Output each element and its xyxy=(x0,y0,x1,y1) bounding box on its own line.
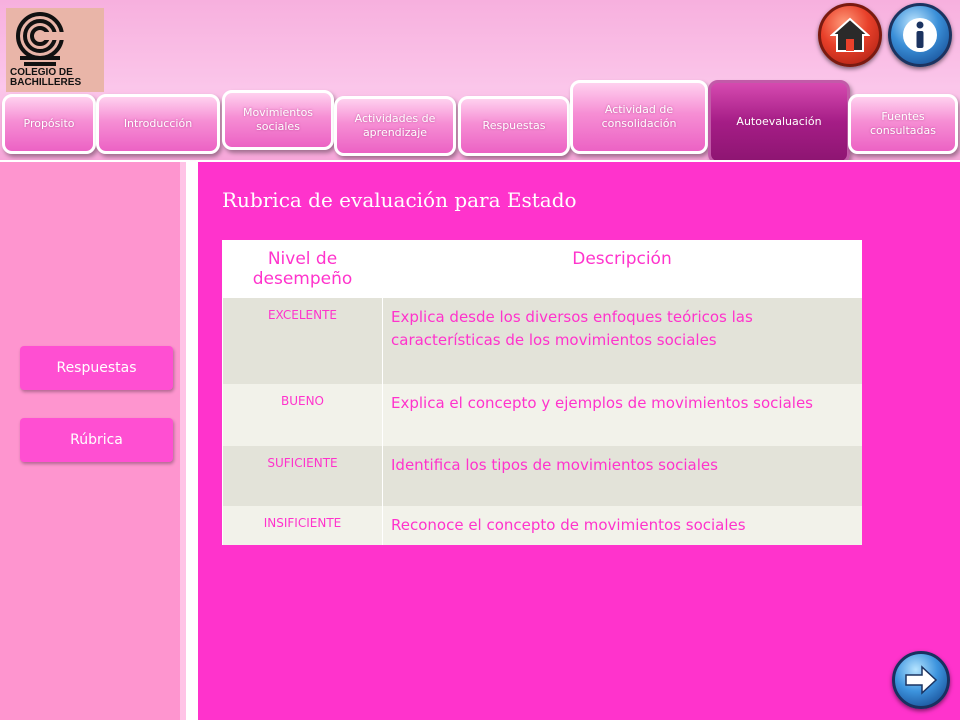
tab-label: Actividad de consolidación xyxy=(601,103,677,130)
sidebar-item-label: Respuestas xyxy=(56,360,137,376)
description-cell: Explica desde los diversos enfoques teór… xyxy=(382,297,862,384)
description-cell: Explica el concepto y ejemplos de movimi… xyxy=(382,383,862,446)
tab-respuestas[interactable]: Respuestas xyxy=(458,96,570,156)
header: COLEGIO DE BACHILLERES Propósito Introdu… xyxy=(0,0,960,164)
home-button[interactable] xyxy=(818,3,882,67)
tab-label: Respuestas xyxy=(482,119,546,132)
tab-proposito[interactable]: Propósito xyxy=(2,94,96,154)
tab-fuentes-consultadas[interactable]: Fuentes consultadas xyxy=(848,94,958,154)
table-row: BUENO Explica el concepto y ejemplos de … xyxy=(222,383,862,446)
sidebar-item-label: Rúbrica xyxy=(70,432,123,448)
level-cell: BUENO xyxy=(222,383,383,446)
home-icon xyxy=(830,17,870,52)
tab-label: Movimientos sociales xyxy=(242,106,314,133)
sidebar-divider xyxy=(180,162,186,720)
level-cell: INSIFICIENTE xyxy=(222,505,383,545)
tab-actividad-de-consolidacion[interactable]: Actividad de consolidación xyxy=(570,80,708,154)
column-header-descripcion: Descripción xyxy=(382,240,862,298)
logo-mark-icon xyxy=(16,12,66,66)
tab-movimientos-sociales[interactable]: Movimientos sociales xyxy=(222,90,334,150)
tab-autoevaluacion[interactable]: Autoevaluación xyxy=(708,80,850,164)
tab-label: Introducción xyxy=(123,117,193,130)
page-title: Rubrica de evaluación para Estado xyxy=(222,188,577,212)
sidebar: Respuestas Rúbrica xyxy=(0,160,190,720)
sidebar-item-rubrica[interactable]: Rúbrica xyxy=(20,418,173,462)
tab-label: Fuentes consultadas xyxy=(869,110,937,137)
arrow-right-icon xyxy=(905,665,938,695)
tab-label: Autoevaluación xyxy=(736,115,822,128)
column-header-nivel: Nivel de desempeño xyxy=(222,240,383,298)
logo-text-line2: BACHILLERES xyxy=(10,77,82,88)
tab-introduccion[interactable]: Introducción xyxy=(96,94,220,154)
main-content: Rubrica de evaluación para Estado Nivel … xyxy=(196,160,960,720)
table-header-row: Nivel de desempeño Descripción xyxy=(222,240,862,298)
description-cell: Identifica los tipos de movimientos soci… xyxy=(382,445,862,506)
colegio-de-bachilleres-logo: COLEGIO DE BACHILLERES xyxy=(6,8,104,92)
sidebar-item-respuestas[interactable]: Respuestas xyxy=(20,346,173,390)
table-row: INSIFICIENTE Reconoce el concepto de mov… xyxy=(222,505,862,545)
description-cell: Reconoce el concepto de movimientos soci… xyxy=(382,505,862,545)
rubric-table: Nivel de desempeño Descripción EXCELENTE… xyxy=(222,240,862,545)
tab-label: Propósito xyxy=(23,117,75,130)
tab-actividades-de-aprendizaje[interactable]: Actividades de aprendizaje xyxy=(334,96,456,156)
next-button[interactable] xyxy=(892,651,950,709)
level-cell: SUFICIENTE xyxy=(222,445,383,506)
level-cell: EXCELENTE xyxy=(222,297,383,384)
info-icon xyxy=(903,18,937,52)
table-row: EXCELENTE Explica desde los diversos enf… xyxy=(222,297,862,384)
table-row: SUFICIENTE Identifica los tipos de movim… xyxy=(222,445,862,506)
logo-text: COLEGIO DE BACHILLERES xyxy=(10,68,102,88)
info-button[interactable] xyxy=(888,3,952,67)
tab-label: Actividades de aprendizaje xyxy=(354,112,436,139)
